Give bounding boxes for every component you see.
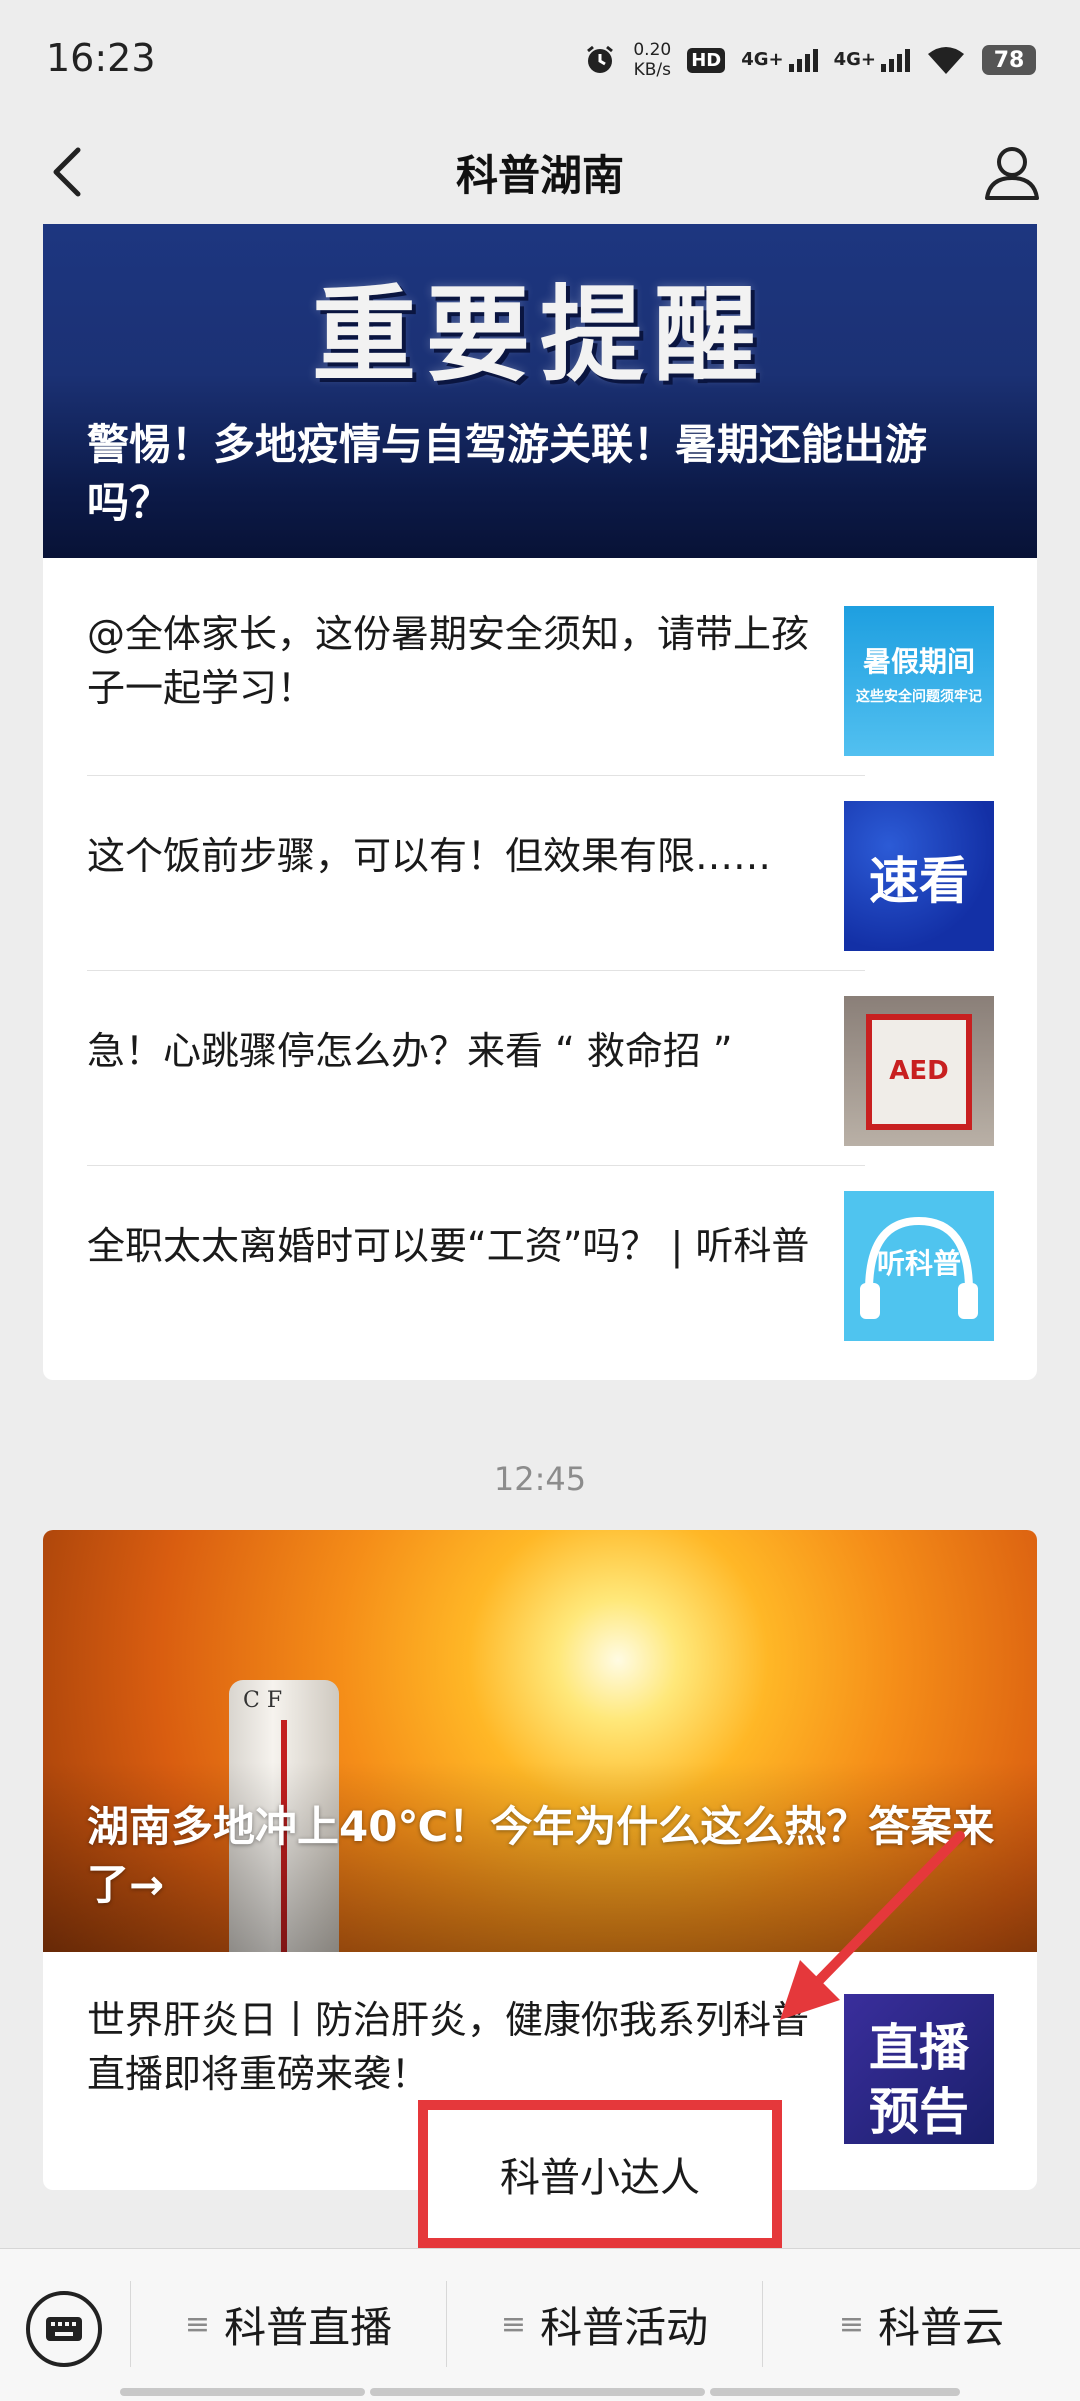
thumbnail-text: 暑假期间 [862, 645, 975, 678]
article-title: 急！心跳骤停怎么办？来看 “ 救命招 ” [87, 1029, 733, 1073]
network-type-sim1: 4G+ [741, 48, 784, 70]
keyboard-toggle-button[interactable] [26, 2291, 102, 2367]
hero-article-title: 湖南多地冲上40℃！今年为什么这么热？答案来了→ [87, 1802, 995, 1909]
gesture-bar [370, 2388, 705, 2396]
thumbnail-text: 直播 [869, 2019, 969, 2077]
network-speed-unit: KB/s [633, 60, 671, 80]
menu-item-label: 科普云 [878, 2302, 1005, 2352]
status-time: 16:23 [46, 36, 156, 80]
menu-lines-icon: ≡ [184, 2306, 211, 2342]
article-title: 这个饭前步骤，可以有！但效果有限…… [87, 834, 772, 878]
timestamp-divider: 12:45 [493, 1460, 587, 1498]
article-item[interactable]: 全职太太离婚时可以要“工资”吗？ | 听科普 听科普 [87, 1149, 1037, 1343]
menu-item-label: 科普直播 [224, 2302, 393, 2352]
menu-item-label: 科普活动 [540, 2302, 709, 2352]
signal-sim2: 4G+ [833, 48, 910, 72]
person-icon [985, 147, 1039, 200]
article-item[interactable]: @全体家长，这份暑期安全须知，请带上孩子一起学习！ 暑假期间 这些安全问题须牢记 [87, 564, 1037, 758]
nav-bar: 科普湖南 [0, 120, 1080, 224]
thumbnail-text: 速看 [869, 852, 969, 910]
article-title: 全职太太离婚时可以要“工资”吗？ | 听科普 [87, 1224, 810, 1268]
article-thumbnail: 直播 预告 [844, 1994, 994, 2144]
status-bar: 16:23 0.20 KB/s HD 4G+ 4G+ 78 [0, 0, 1080, 120]
profile-button[interactable] [974, 134, 1050, 210]
keyboard-icon [46, 2317, 82, 2341]
article-item[interactable]: 这个饭前步骤，可以有！但效果有限…… 速看 [87, 759, 1037, 953]
menu-lines-icon: ≡ [838, 2306, 865, 2342]
popup-menu-item-kepu-xiaodaren[interactable]: 科普小达人 [418, 2100, 782, 2248]
article-title: @全体家长，这份暑期安全须知，请带上孩子一起学习！ [87, 612, 810, 710]
article-group-card: 重要提醒 警惕！多地疫情与自驾游关联！暑期还能出游吗？ @全体家长，这份暑期安全… [43, 224, 1037, 1380]
signal-sim1: 4G+ [741, 48, 818, 72]
thumbnail-text: 听科普 [876, 1247, 961, 1280]
network-speed-value: 0.20 [633, 40, 672, 60]
menu-item-kepu-zhibo[interactable]: ≡ 科普直播 [131, 2279, 446, 2369]
article-thumbnail: 暑假期间 这些安全问题须牢记 [844, 606, 994, 756]
status-icons: 0.20 KB/s HD 4G+ 4G+ 78 [583, 36, 1036, 84]
thumbnail-subtext: 这些安全问题须牢记 [856, 689, 982, 705]
article-group-card: C F 湖南多地冲上40℃！今年为什么这么热？答案来了→ 世界肝炎日丨防治肝炎，… [43, 1530, 1037, 2190]
thumbnail-text: AED [889, 1056, 949, 1086]
menu-lines-icon: ≡ [500, 2306, 527, 2342]
article-thumbnail: 听科普 [844, 1191, 994, 1341]
article-thumbnail: 速看 [844, 801, 994, 951]
menu-item-kepu-yun[interactable]: ≡ 科普云 [763, 2279, 1080, 2369]
article-item[interactable]: 急！心跳骤停怎么办？来看 “ 救命招 ” AED [87, 954, 1037, 1148]
network-type-sim2: 4G+ [833, 48, 876, 70]
hero-article[interactable]: C F 湖南多地冲上40℃！今年为什么这么热？答案来了→ [43, 1530, 1037, 1952]
hero-banner-text: 重要提醒 [311, 273, 768, 396]
page-title: 科普湖南 [455, 151, 624, 200]
bottom-menu: ≡ 科普直播 ≡ 科普活动 ≡ 科普云 [0, 2248, 1080, 2401]
menu-item-kepu-huodong[interactable]: ≡ 科普活动 [447, 2279, 762, 2369]
wifi-icon [928, 47, 964, 74]
gesture-bar [710, 2388, 960, 2396]
alarm-icon [587, 45, 614, 73]
hero-article-title: 警惕！多地疫情与自驾游关联！暑期还能出游吗？ [87, 420, 928, 527]
gesture-bar [120, 2388, 365, 2396]
network-speed: 0.20 KB/s [633, 40, 671, 80]
battery-indicator: 78 [982, 45, 1036, 75]
hd-icon: HD [687, 47, 726, 73]
popup-menu-item-label: 科普小达人 [500, 2155, 700, 2201]
thumbnail-text-2: 预告 [869, 2083, 969, 2141]
hero-article[interactable]: 重要提醒 警惕！多地疫情与自驾游关联！暑期还能出游吗？ [43, 224, 1037, 558]
article-thumbnail: AED [844, 996, 994, 1146]
